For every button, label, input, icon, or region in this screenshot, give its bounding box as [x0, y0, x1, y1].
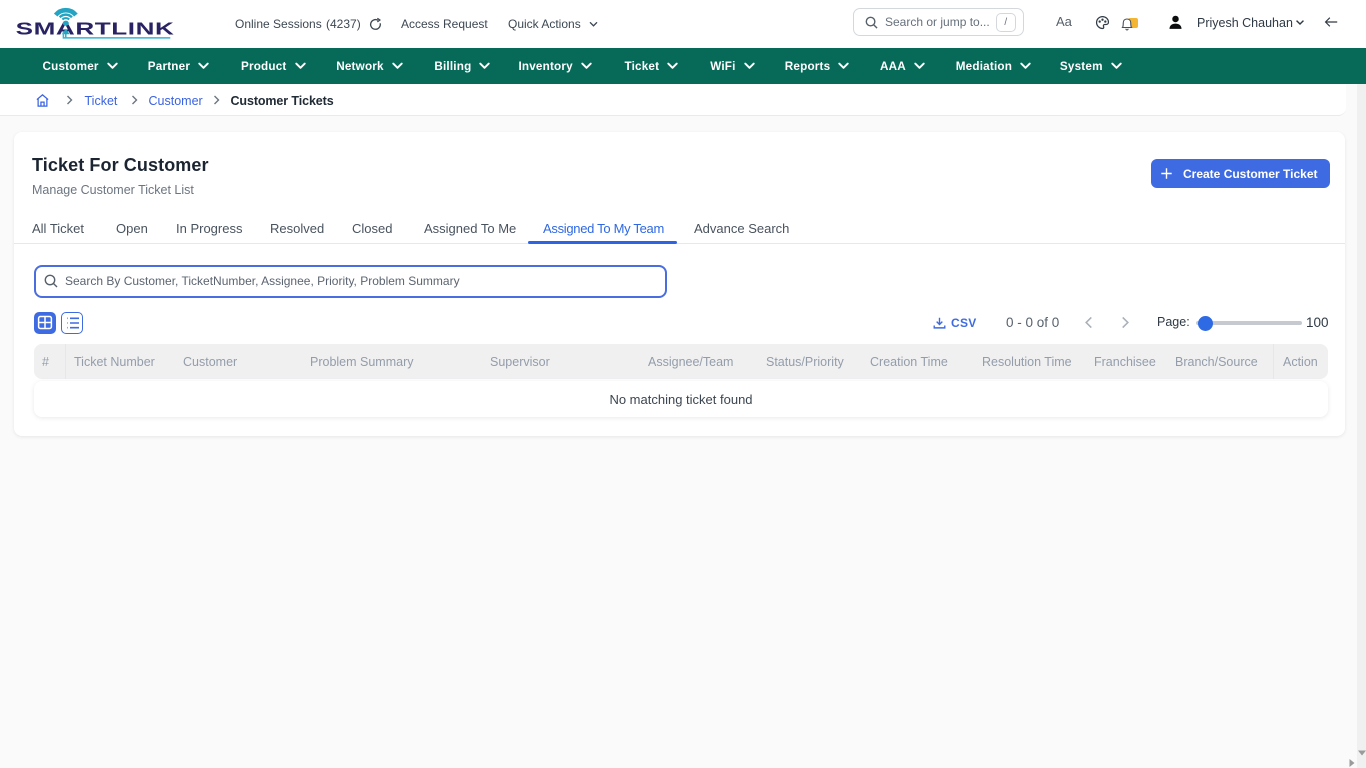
svg-text:SMARTLINK: SMARTLINK [16, 18, 175, 38]
